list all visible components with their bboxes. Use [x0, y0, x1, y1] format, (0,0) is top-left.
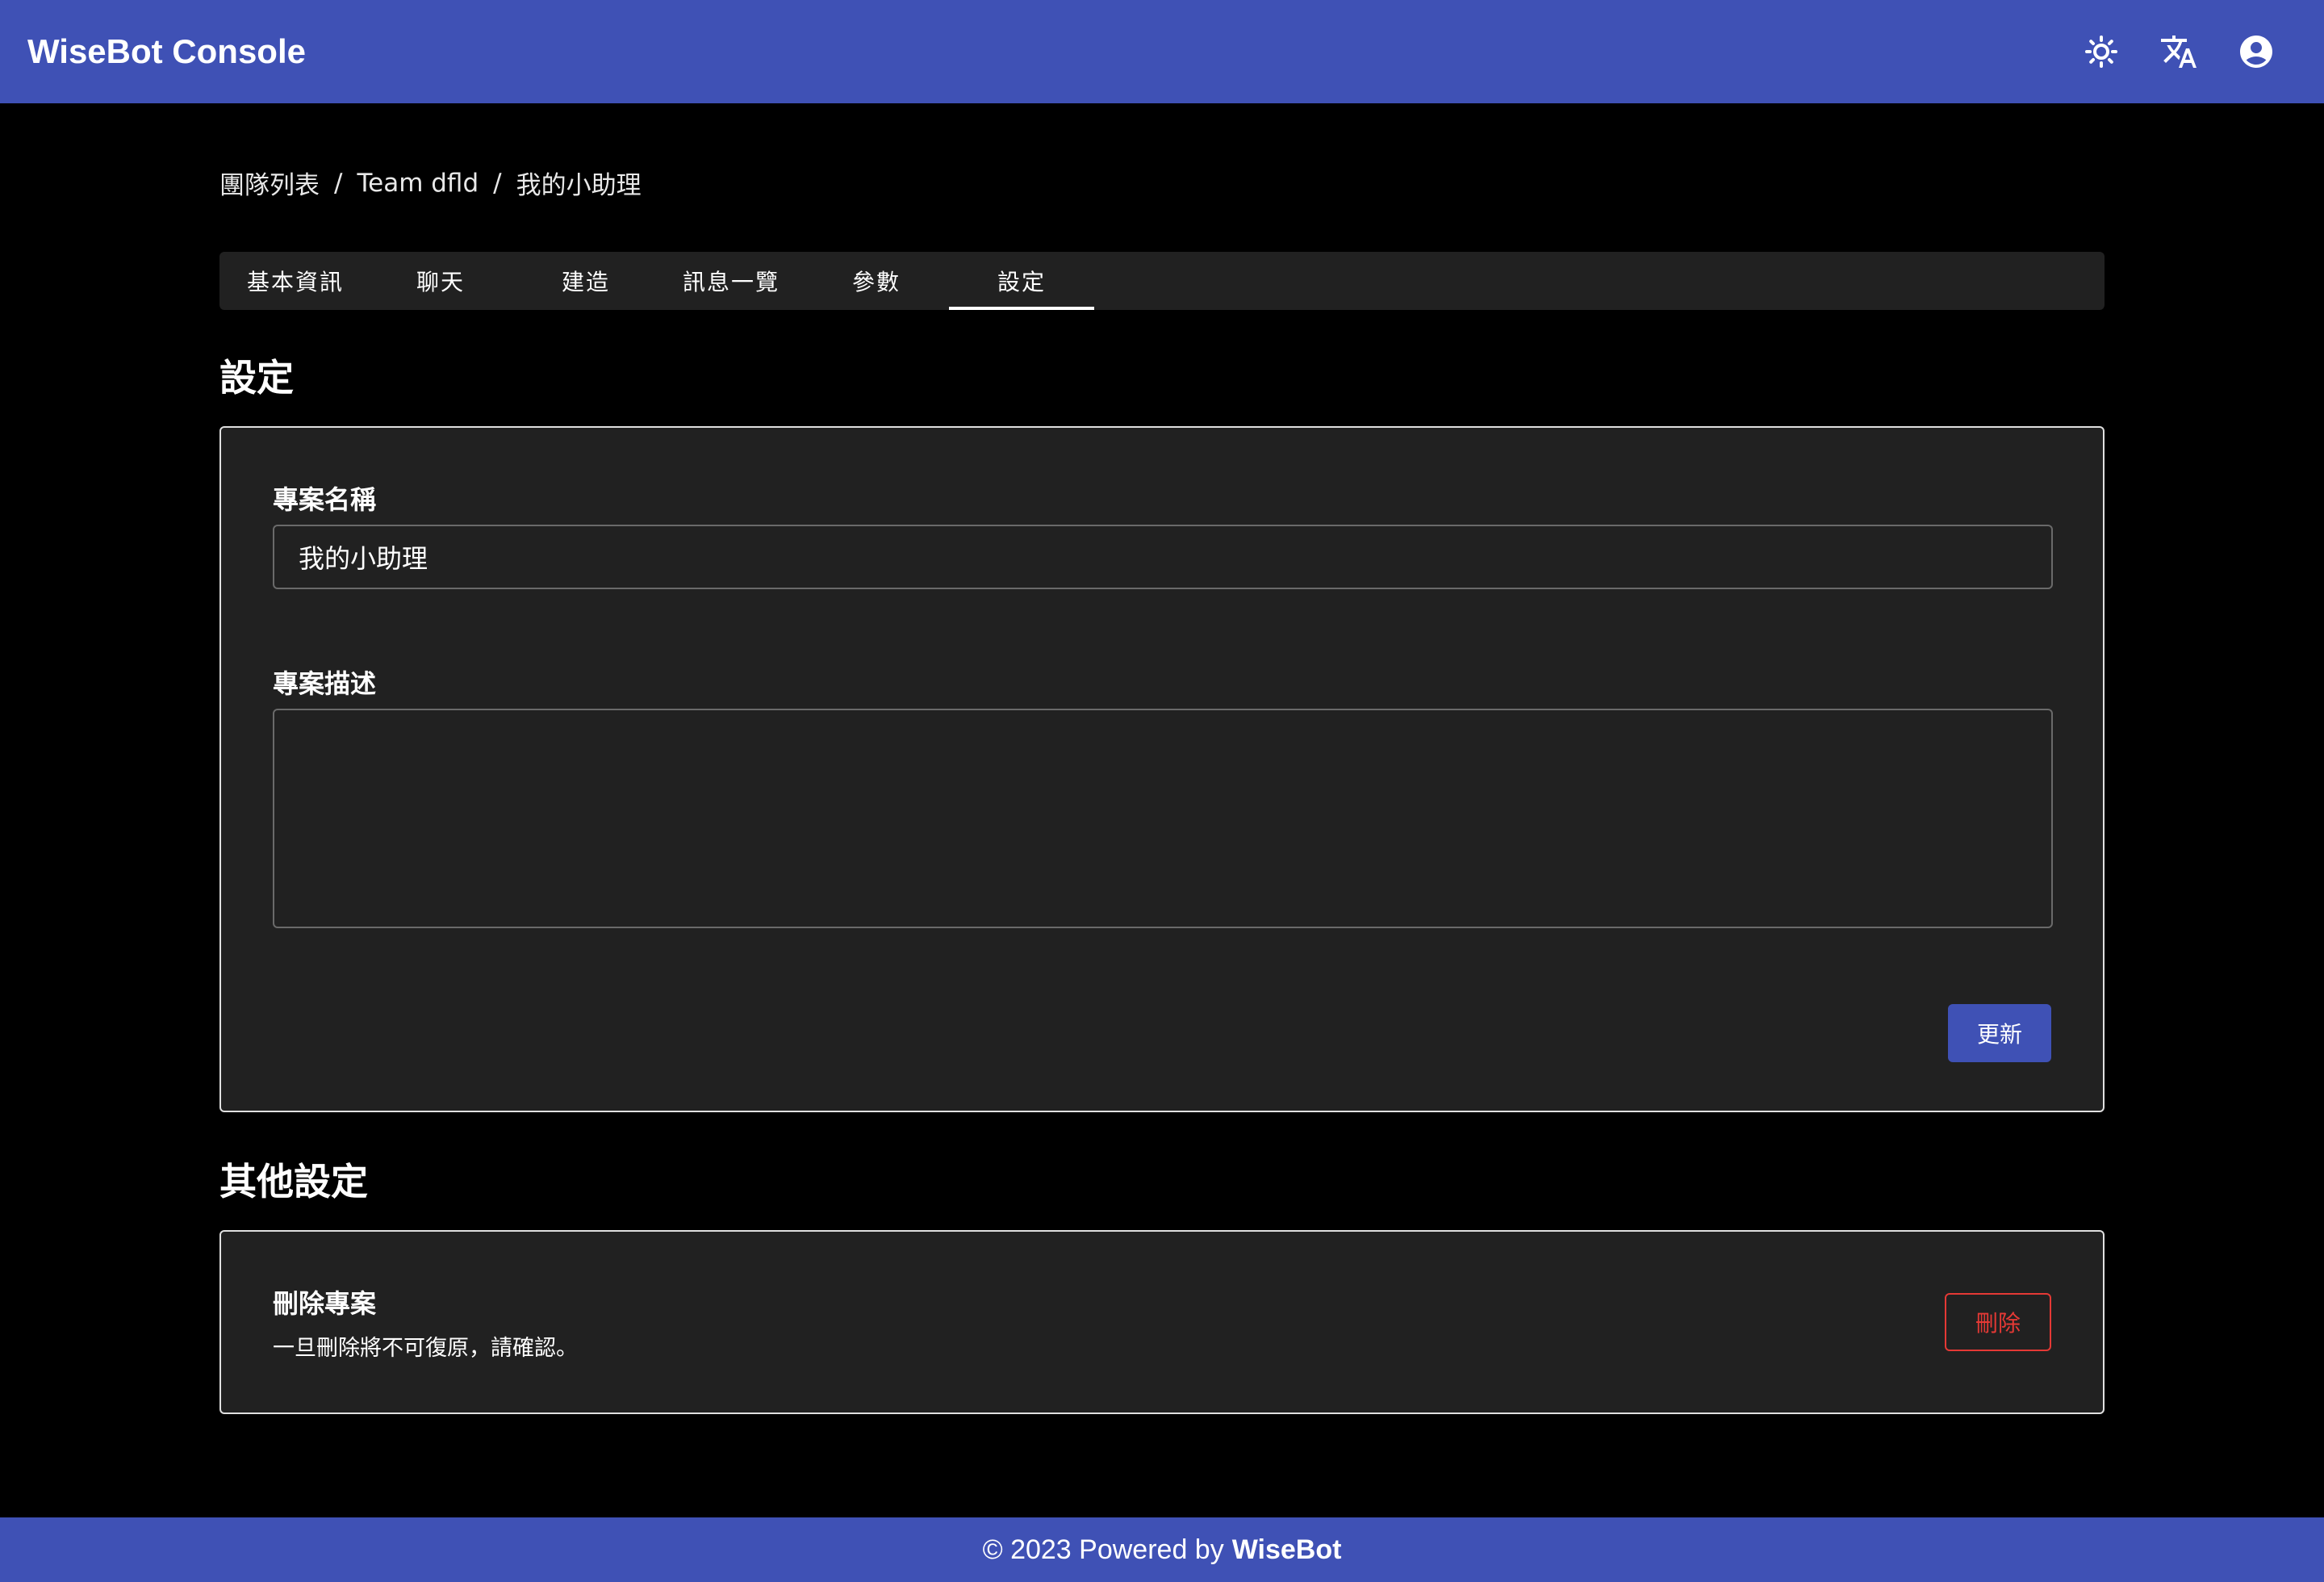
breadcrumb-team-list[interactable]: 團隊列表 [219, 165, 320, 201]
tab-build[interactable]: 建造 [513, 252, 658, 310]
tab-chat[interactable]: 聊天 [368, 252, 513, 310]
footer-copyright: © 2023 Powered by [982, 1534, 1224, 1565]
project-description-input[interactable] [273, 709, 2053, 928]
footer-brand: WiseBot [1231, 1534, 1342, 1565]
delete-project-title: 刪除專案 [273, 1288, 377, 1319]
tab-settings[interactable]: 設定 [949, 252, 1094, 310]
update-button[interactable]: 更新 [1948, 1004, 2051, 1062]
delete-button[interactable]: 刪除 [1945, 1293, 2051, 1351]
project-description-label: 專案描述 [273, 668, 377, 699]
breadcrumb-project: 我的小助理 [516, 171, 642, 200]
danger-zone-card: 刪除專案 一旦刪除將不可復原，請確認。 刪除 [219, 1230, 2105, 1414]
breadcrumb-separator: / [493, 168, 502, 198]
app-title[interactable]: WiseBot Console [27, 32, 306, 71]
tab-messages[interactable]: 訊息一覽 [658, 252, 804, 310]
settings-card: 專案名稱 專案描述 更新 [219, 426, 2105, 1112]
footer: © 2023 Powered by WiseBot [0, 1517, 2324, 1582]
breadcrumb: 團隊列表 / Team dfld / 我的小助理 [219, 165, 642, 201]
settings-section-title: 設定 [219, 356, 294, 400]
account-button[interactable] [2234, 29, 2279, 74]
other-settings-section-title: 其他設定 [219, 1160, 368, 1203]
top-app-bar: WiseBot Console [0, 0, 2324, 103]
breadcrumb-team[interactable]: Team dfld [357, 169, 479, 198]
brightness-icon [2085, 36, 2117, 68]
delete-project-warning: 一旦刪除將不可復原，請確認。 [273, 1336, 578, 1361]
breadcrumb-separator: / [334, 168, 343, 198]
language-button[interactable] [2156, 29, 2201, 74]
translate-icon [2161, 36, 2197, 68]
project-name-label: 專案名稱 [273, 484, 377, 515]
project-name-input[interactable] [273, 525, 2053, 589]
account-circle-icon [2240, 36, 2272, 68]
project-tabs: 基本資訊 聊天 建造 訊息一覽 參數 設定 [219, 252, 2105, 310]
top-actions [2079, 29, 2297, 74]
tab-basic-info[interactable]: 基本資訊 [223, 252, 368, 310]
theme-toggle-button[interactable] [2079, 29, 2124, 74]
tab-parameters[interactable]: 參數 [804, 252, 949, 310]
